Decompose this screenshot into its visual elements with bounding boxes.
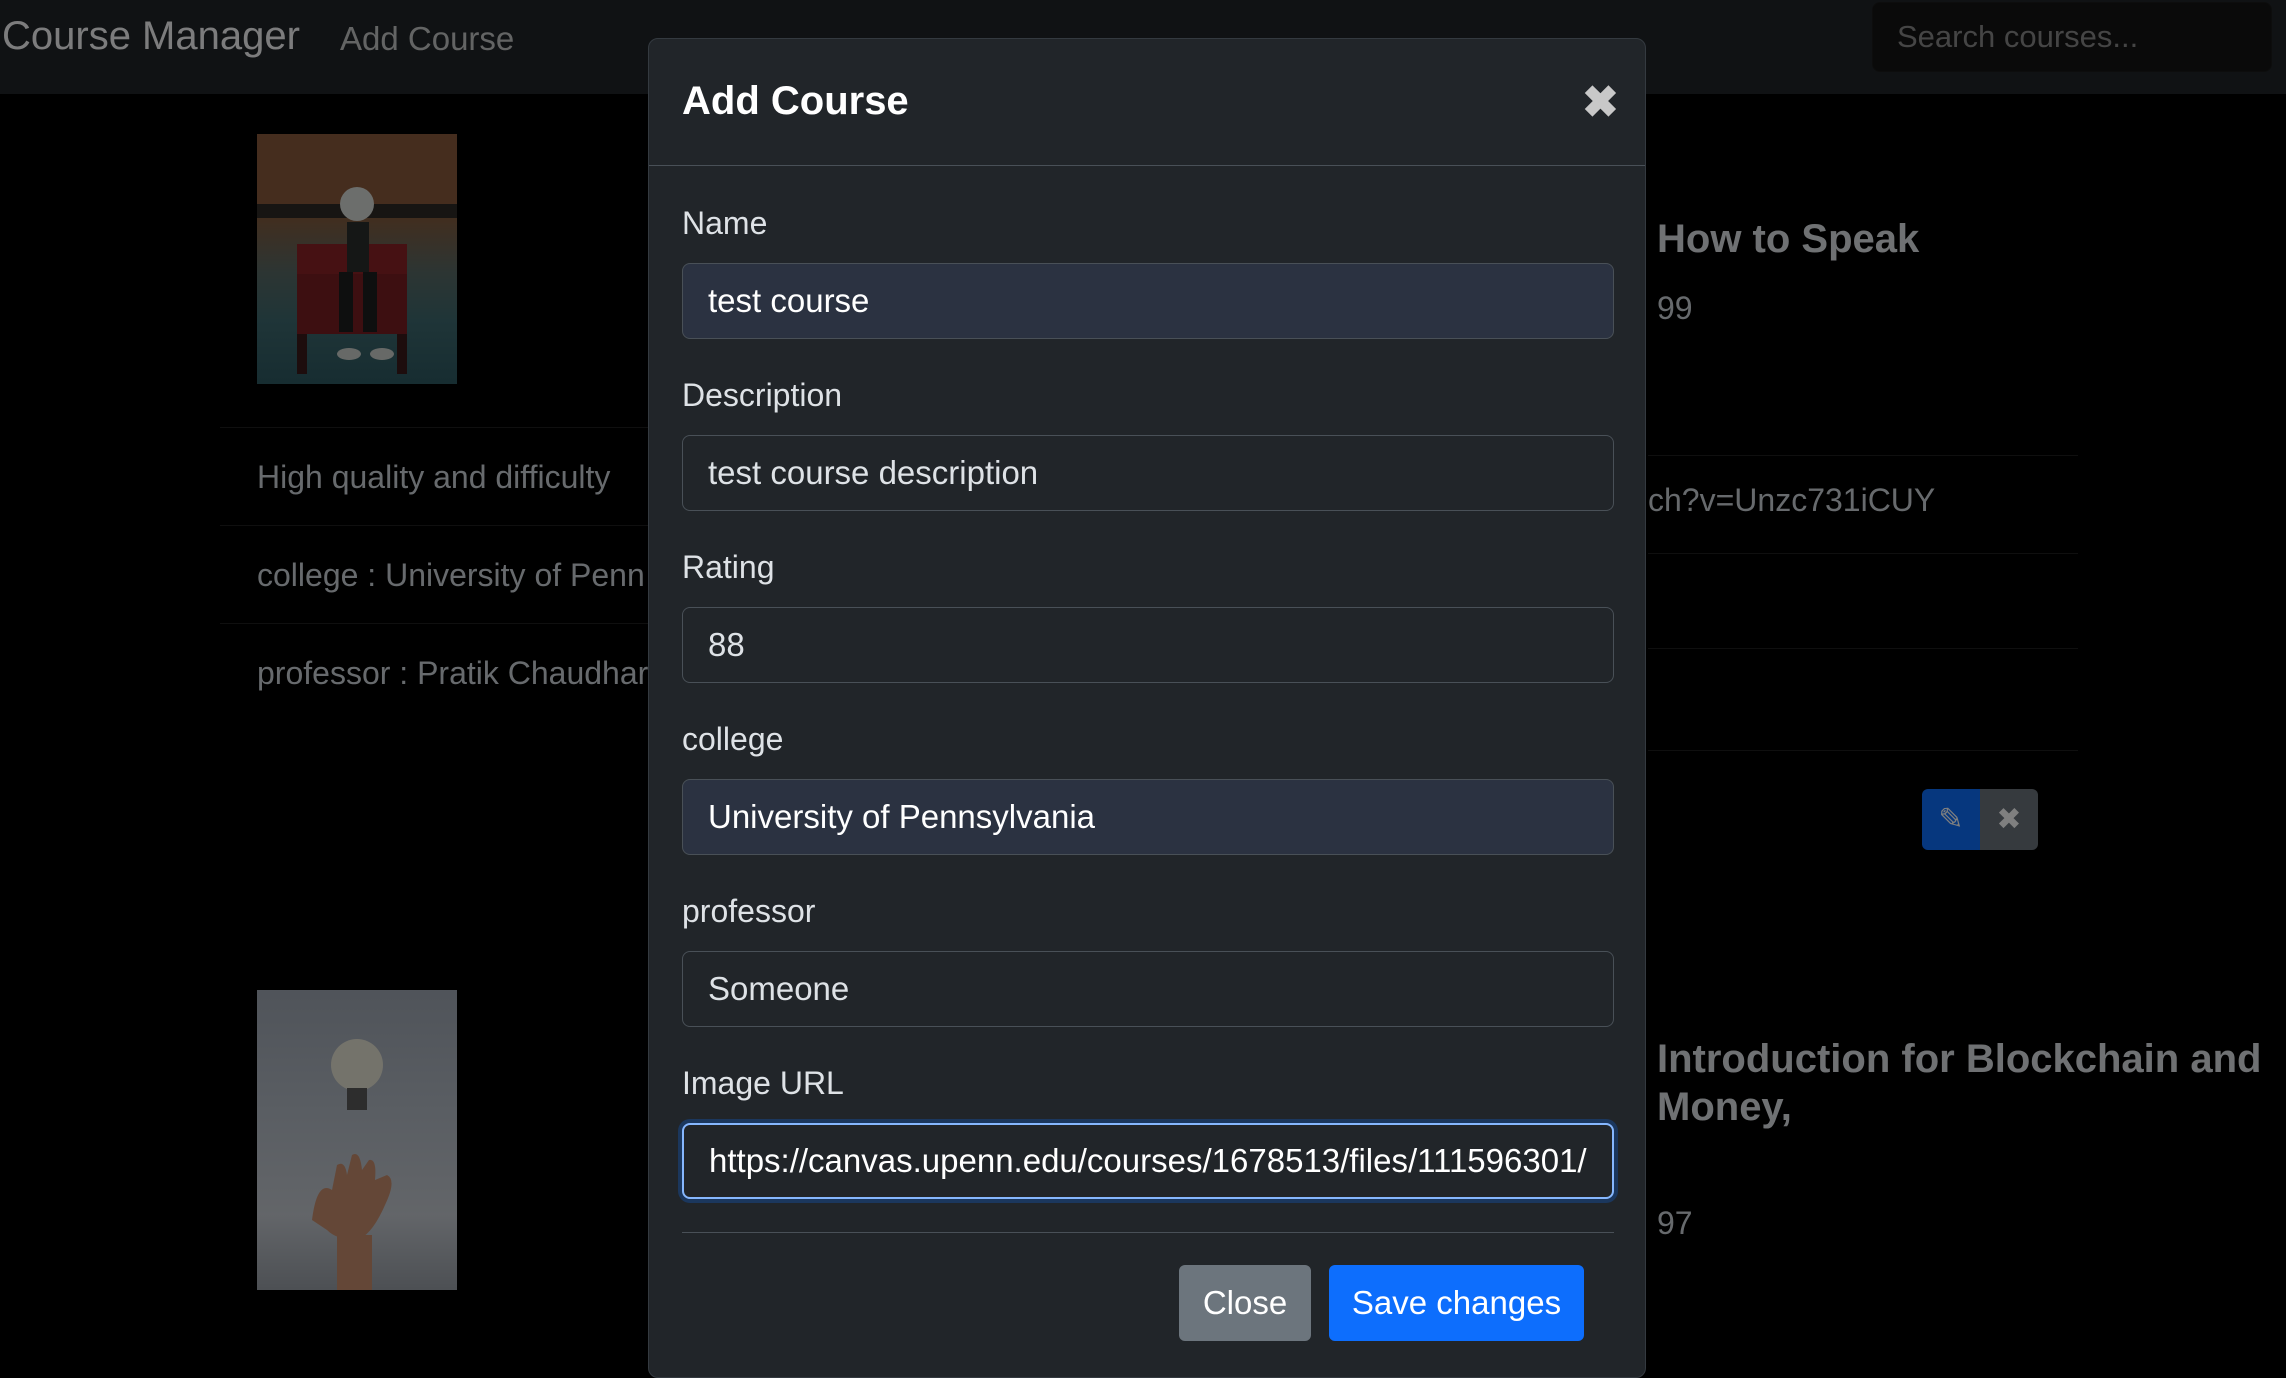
close-icon[interactable]: ✖ xyxy=(1582,77,1619,128)
close-button[interactable]: Close xyxy=(1179,1265,1311,1341)
name-label: Name xyxy=(682,205,768,241)
rating-label: Rating xyxy=(682,549,775,585)
description-label: Description xyxy=(682,377,843,413)
add-course-modal: Add Course ✖ Name Description Rating col… xyxy=(648,38,1646,1378)
rating-input[interactable] xyxy=(682,607,1614,683)
save-changes-button[interactable]: Save changes xyxy=(1329,1265,1584,1341)
description-input[interactable] xyxy=(682,435,1614,511)
image-url-input[interactable] xyxy=(682,1123,1614,1199)
modal-header: Add Course ✖ xyxy=(649,39,1645,166)
college-label: college xyxy=(682,721,784,757)
professor-input[interactable] xyxy=(682,951,1614,1027)
modal-footer-divider xyxy=(682,1232,1614,1233)
professor-label: professor xyxy=(682,893,816,929)
modal-title: Add Course xyxy=(682,79,909,123)
name-input[interactable] xyxy=(682,263,1614,339)
image-url-label: Image URL xyxy=(682,1065,844,1101)
college-input[interactable] xyxy=(682,779,1614,855)
